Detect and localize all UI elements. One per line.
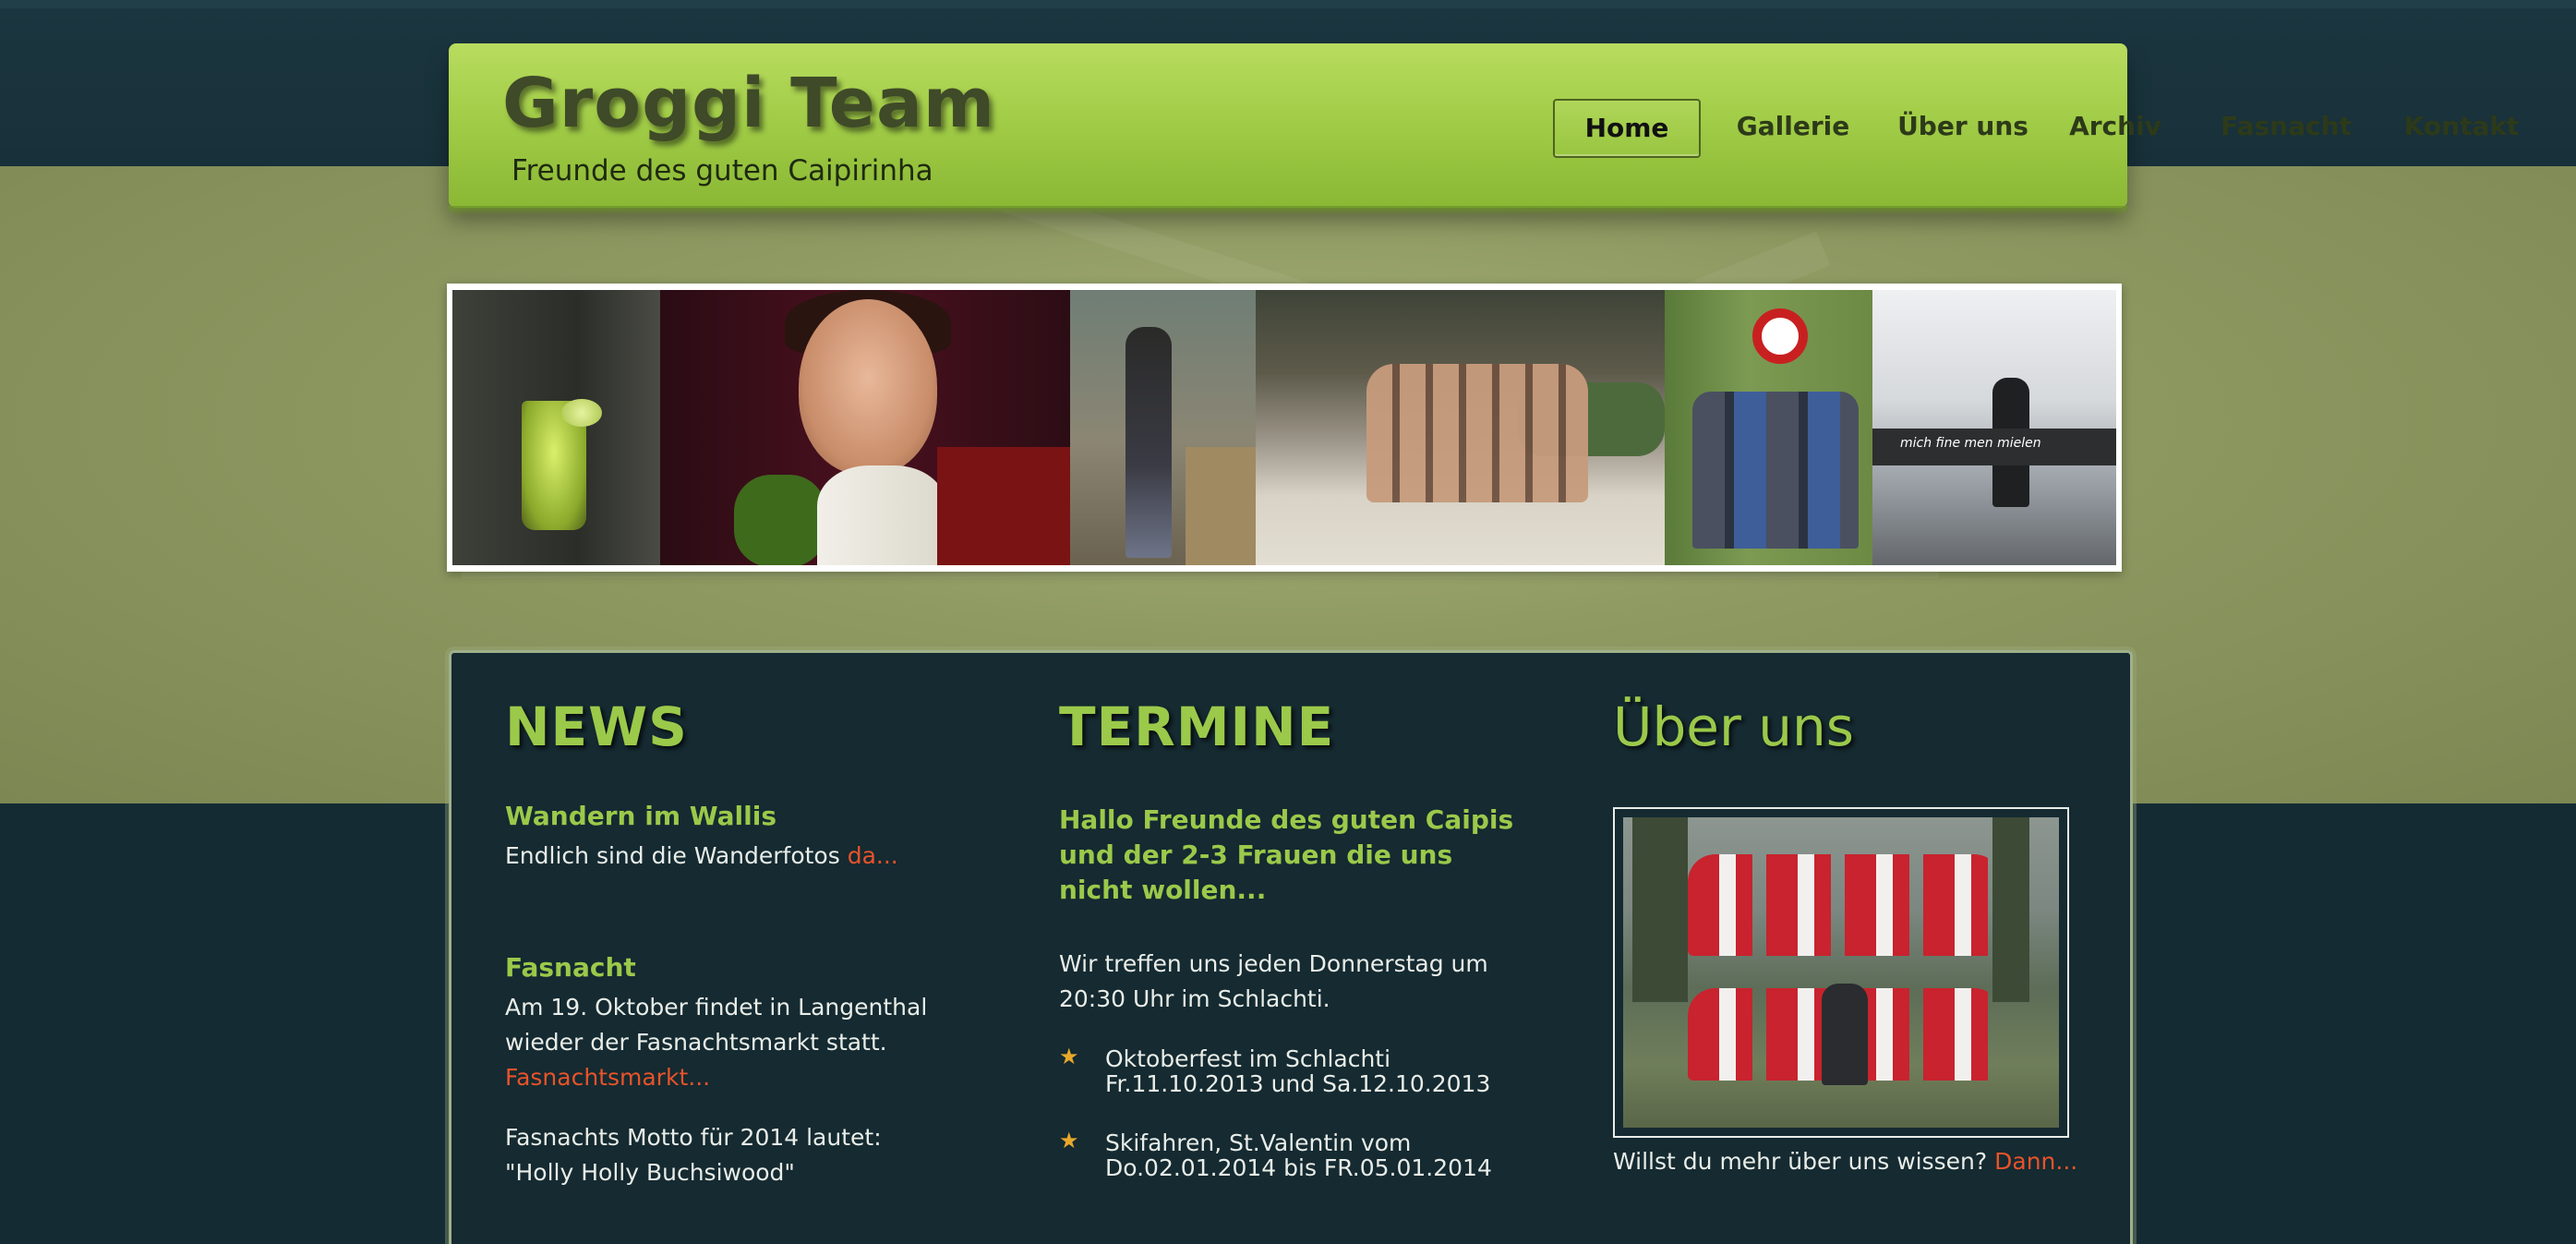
termine-intro: Hallo Freunde des guten Caipis und der 2… (1059, 804, 1514, 905)
news-item: Wandern im Wallis Endlich sind die Wande… (505, 801, 967, 874)
ueber-uns-link[interactable]: Dann... (1994, 1148, 2077, 1175)
banner-photo-costume (1070, 290, 1256, 565)
termine-column: TERMINE Hallo Freunde des guten Caipis u… (1059, 695, 1521, 1180)
star-icon: ★ (1059, 1044, 1079, 1069)
content-panel: NEWS Wandern im Wallis Endlich sind die … (449, 650, 2133, 1244)
ueber-uns-text: Willst du mehr über uns wissen? Dann... (1613, 1148, 2078, 1175)
site-title[interactable]: Groggi Team (502, 64, 995, 143)
site-tagline: Freunde des guten Caipirinha (512, 154, 933, 187)
banner-photo-portrait (660, 290, 1070, 565)
nav-item-fasnacht[interactable]: Fasnacht (2212, 99, 2360, 154)
news-item-title: Wandern im Wallis (505, 801, 776, 831)
banner-photo-group-beach (1256, 290, 1665, 565)
site-header: Groggi Team Freunde des guten Caipirinha… (449, 43, 2519, 215)
news-item-link[interactable]: da... (848, 842, 898, 869)
news-item-text: Endlich sind die Wanderfotos da... (505, 842, 898, 869)
nav-item-gallerie[interactable]: Gallerie (1732, 99, 1854, 154)
banner-photo-hikers (1665, 290, 1872, 565)
banner-photo-balcony: mich fine men mielen (1872, 290, 2116, 565)
termine-heading: TERMINE (1059, 695, 1335, 758)
banner-railing-text: mich fine men mielen (1900, 436, 2041, 451)
nav-item-ueber-uns[interactable]: Über uns (1889, 99, 2037, 154)
termine-event: ★ Oktoberfest im Schlachti Fr.11.10.2013 … (1059, 1044, 1491, 1097)
news-item-text: Fasnachts Motto für 2014 lautet: "Holly … (505, 1124, 882, 1186)
termine-event: ★ Skifahren, St.Valentin vom Do.02.01.201… (1059, 1128, 1492, 1181)
ueber-uns-column: Über uns Willst du mehr über uns wissen?… (1613, 695, 2093, 1175)
news-item-link[interactable]: Fasnachtsmarkt... (505, 1064, 710, 1091)
nav-item-kontakt[interactable]: Kontakt (2397, 99, 2526, 154)
team-photo[interactable] (1613, 807, 2069, 1138)
news-item-title: Fasnacht (505, 952, 636, 983)
termine-event-list: ★ Oktoberfest im Schlachti Fr.11.10.2013 … (1059, 1044, 1539, 1214)
nav-item-home[interactable]: Home (1553, 99, 1701, 158)
news-heading: NEWS (505, 695, 688, 758)
news-column: NEWS Wandern im Wallis Endlich sind die … (505, 695, 967, 1186)
banner-photo-caipirinha (452, 290, 660, 565)
photo-banner: mich fine men mielen (447, 284, 2122, 572)
ueber-uns-heading: Über uns (1613, 695, 1854, 758)
nav-item-archiv[interactable]: Archiv (2064, 99, 2166, 154)
star-icon: ★ (1059, 1128, 1079, 1153)
termine-text: Wir treffen uns jeden Donnerstag um 20:3… (1059, 950, 1488, 1012)
news-item-text: Am 19. Oktober findet in Langenthal wied… (505, 994, 928, 1091)
news-item: Fasnachts Motto für 2014 lautet: "Holly … (505, 1120, 939, 1190)
news-item: Fasnacht Am 19. Oktober findet in Langen… (505, 952, 967, 1095)
